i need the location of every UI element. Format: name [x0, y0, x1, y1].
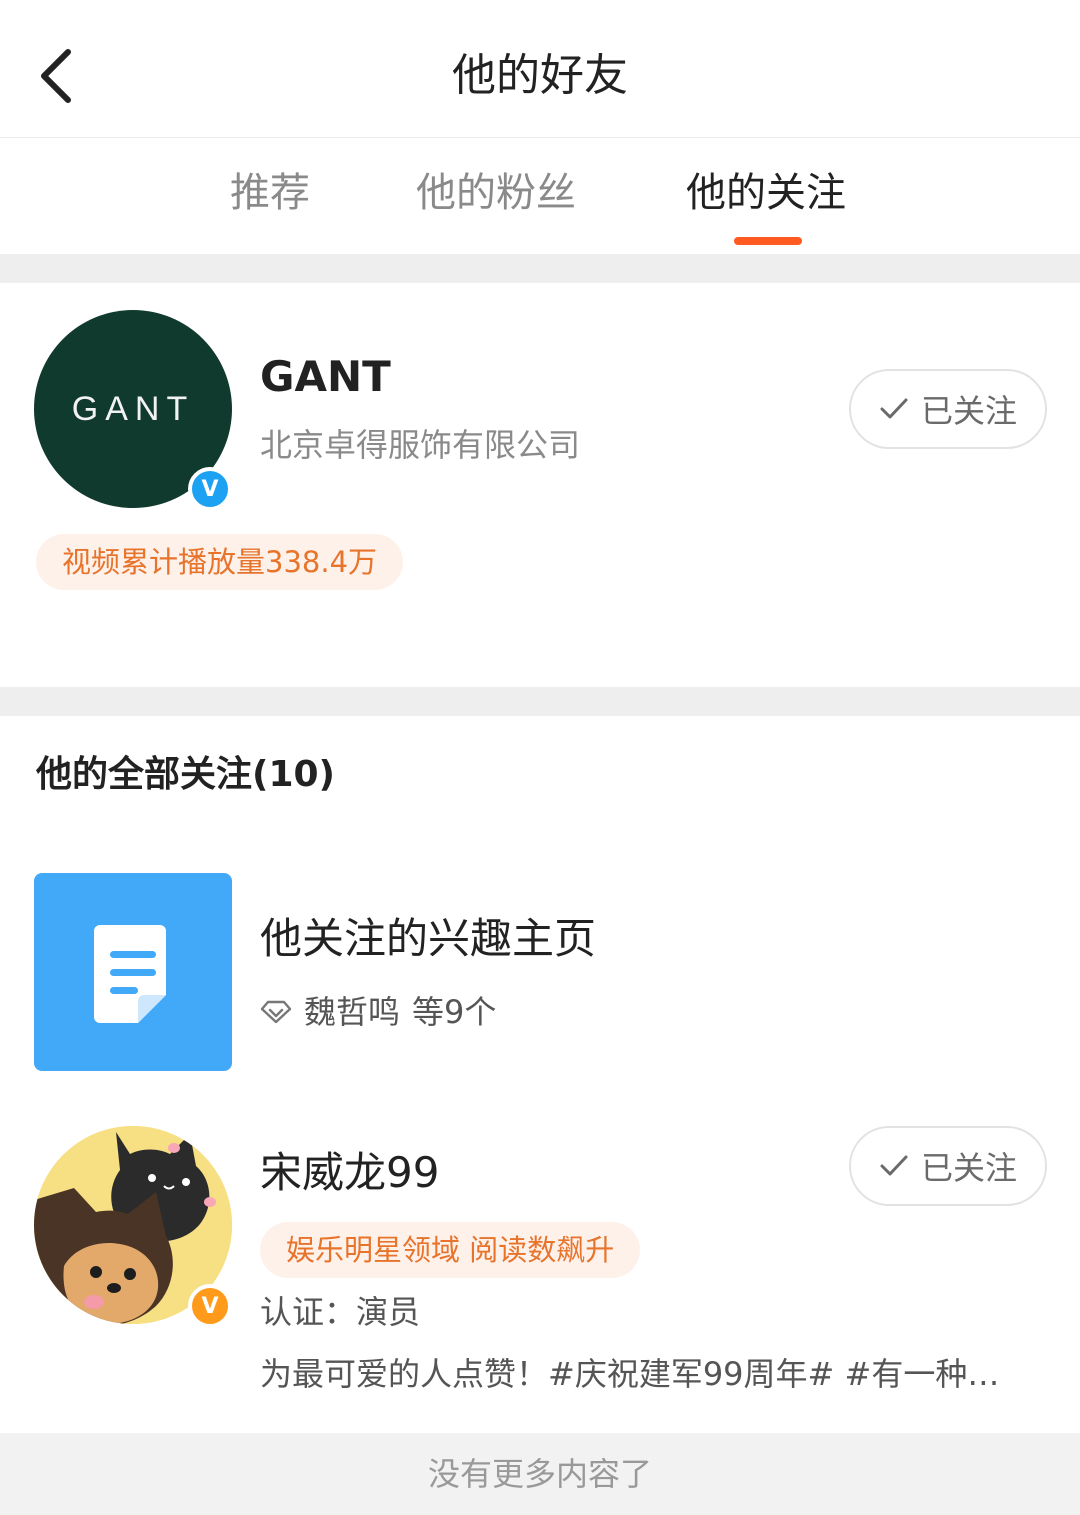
- top-nav-bar: 他的好友: [0, 0, 1080, 138]
- end-of-list-footer: 没有更多内容了: [0, 1433, 1080, 1515]
- interest-pages-count: 等9个: [412, 993, 497, 1031]
- verified-badge-icon: V: [188, 1284, 232, 1328]
- interest-pages-meta: 魏哲鸣 等9个: [260, 990, 496, 1034]
- verified-badge-icon: V: [188, 467, 232, 511]
- interest-pages-lead-name: 魏哲鸣: [304, 993, 401, 1031]
- user-name[interactable]: 宋威龙99: [260, 1144, 439, 1202]
- following-list-section: 他的全部关注(10) 他关注的兴趣主页 魏哲鸣 等9个 V 宋威龙99 娱乐明星…: [0, 716, 1080, 1433]
- active-tab-indicator: [734, 237, 802, 245]
- diamond-icon: [260, 1000, 292, 1024]
- section-divider: [0, 254, 1080, 283]
- gant-logo: GANT: [71, 390, 195, 428]
- section-title: 他的全部关注(10): [36, 754, 336, 795]
- user-bio: 为最可爱的人点赞！#庆祝建军99周年# #有一种…: [260, 1355, 1000, 1393]
- interest-pages-row[interactable]: 他关注的兴趣主页 魏哲鸣 等9个: [0, 866, 1080, 1076]
- section-divider: [0, 687, 1080, 716]
- user-tag: 娱乐明星领域 阅读数飙升: [260, 1222, 641, 1278]
- account-name[interactable]: GANT: [260, 349, 391, 405]
- interest-page-tile: [34, 873, 232, 1071]
- following-user-row[interactable]: V 宋威龙99 娱乐明星领域 阅读数飙升 认证：演员 为最可爱的人点赞！#庆祝建…: [0, 1116, 1080, 1416]
- followed-label: 已关注: [920, 392, 1017, 430]
- page-title: 他的好友: [452, 50, 628, 101]
- tab-following[interactable]: 他的关注: [686, 163, 846, 223]
- play-count-tag: 视频累计播放量338.4万: [36, 534, 404, 590]
- check-icon: [880, 1155, 908, 1176]
- check-icon: [880, 398, 908, 419]
- account-description: 北京卓得服饰有限公司: [260, 426, 581, 464]
- document-icon: [94, 925, 166, 1023]
- user-certification: 认证：演员: [260, 1293, 421, 1331]
- followed-label: 已关注: [920, 1149, 1017, 1187]
- followed-button[interactable]: 已关注: [849, 369, 1047, 449]
- tab-followers[interactable]: 他的粉丝: [416, 163, 576, 223]
- interest-pages-title: 他关注的兴趣主页: [260, 914, 597, 963]
- followed-button[interactable]: 已关注: [849, 1126, 1047, 1206]
- tab-bar: 推荐 他的粉丝 他的关注: [0, 139, 1080, 253]
- tab-recommended[interactable]: 推荐: [230, 163, 310, 223]
- featured-account-card[interactable]: GANT V GANT 北京卓得服饰有限公司 已关注 视频累计播放量338.4万: [0, 283, 1080, 687]
